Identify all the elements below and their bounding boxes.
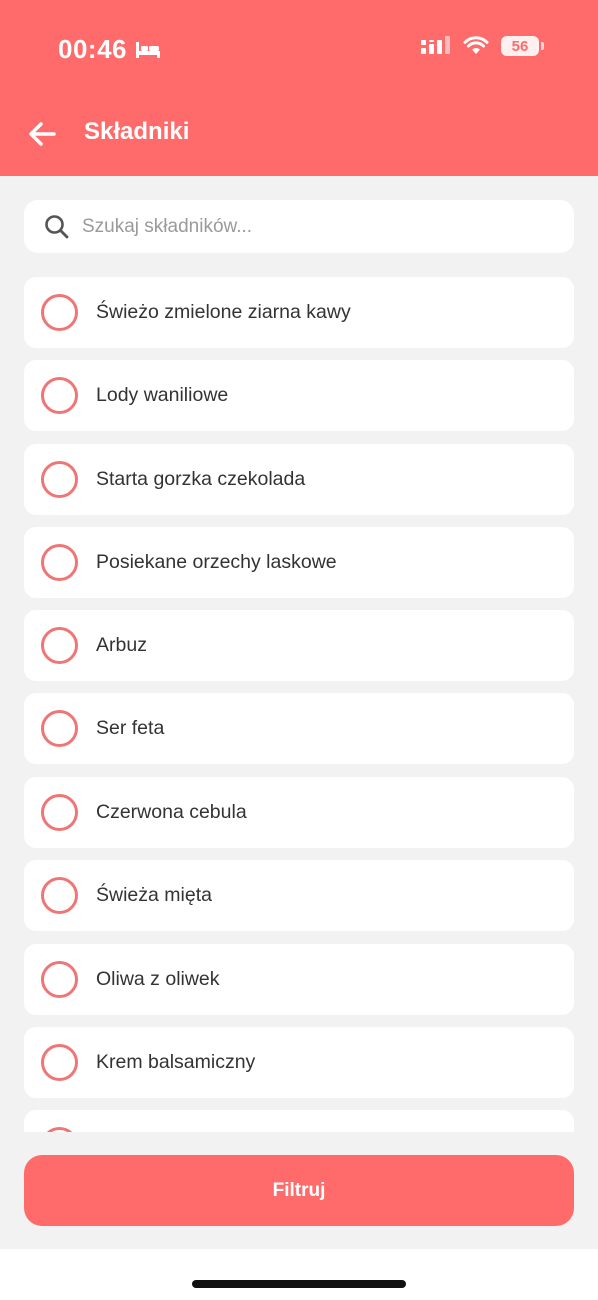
ingredient-label: Oliwa z oliwek <box>96 968 220 990</box>
bottom-safe-area <box>0 1249 598 1300</box>
battery-level: 56 <box>501 36 539 56</box>
radio-button[interactable] <box>41 961 78 998</box>
radio-button[interactable] <box>41 710 78 747</box>
home-indicator[interactable] <box>192 1280 406 1288</box>
ingredient-list[interactable]: Świeżo zmielone ziarna kawy Lody wanilio… <box>0 277 598 1132</box>
list-item[interactable]: Arbuz <box>24 610 574 681</box>
status-bar-indicators: 56 <box>421 36 544 56</box>
clock-text: 00:46 <box>58 34 127 64</box>
list-item[interactable]: Starta gorzka czekolada <box>24 444 574 515</box>
list-item[interactable]: Świeżo zmielone ziarna kawy <box>24 277 574 348</box>
ingredient-label: Posiekane orzechy laskowe <box>96 551 337 573</box>
list-item[interactable]: Lody waniliowe <box>24 360 574 431</box>
back-button[interactable] <box>24 114 60 154</box>
filter-button[interactable]: Filtruj <box>24 1155 574 1226</box>
radio-button[interactable] <box>41 377 78 414</box>
list-item[interactable] <box>24 1110 574 1132</box>
radio-button[interactable] <box>41 461 78 498</box>
battery-indicator: 56 <box>501 36 544 56</box>
search-icon <box>45 215 69 239</box>
status-bar-time: 00:46 <box>58 34 161 65</box>
ingredient-label: Krem balsamiczny <box>96 1051 256 1073</box>
list-item[interactable]: Ser feta <box>24 693 574 764</box>
list-item[interactable]: Krem balsamiczny <box>24 1027 574 1098</box>
ingredient-label: Świeża mięta <box>96 884 212 906</box>
radio-button[interactable] <box>41 294 78 331</box>
ingredient-label: Świeżo zmielone ziarna kawy <box>96 301 351 323</box>
ingredient-label: Starta gorzka czekolada <box>96 468 306 490</box>
search-bar[interactable] <box>24 200 574 253</box>
list-item[interactable]: Czerwona cebula <box>24 777 574 848</box>
radio-button[interactable] <box>41 877 78 914</box>
bed-icon <box>136 41 160 58</box>
radio-button[interactable] <box>41 627 78 664</box>
page-title: Składniki <box>84 118 190 145</box>
list-item[interactable]: Oliwa z oliwek <box>24 944 574 1015</box>
app-header: 00:46 56 Składniki <box>0 0 598 176</box>
ingredient-label: Arbuz <box>96 634 147 656</box>
ingredient-label: Ser feta <box>96 717 165 739</box>
ingredient-label: Lody waniliowe <box>96 384 229 406</box>
wifi-icon <box>463 36 489 54</box>
radio-button[interactable] <box>41 544 78 581</box>
ingredient-label: Czerwona cebula <box>96 801 247 823</box>
arrow-left-icon <box>29 122 56 146</box>
radio-button[interactable] <box>41 1127 78 1132</box>
list-item[interactable]: Posiekane orzechy laskowe <box>24 527 574 598</box>
battery-tip <box>541 42 544 50</box>
radio-button[interactable] <box>41 794 78 831</box>
list-item[interactable]: Świeża mięta <box>24 860 574 931</box>
cellular-signal-icon <box>421 36 450 54</box>
radio-button[interactable] <box>41 1044 78 1081</box>
search-input[interactable] <box>82 200 562 253</box>
